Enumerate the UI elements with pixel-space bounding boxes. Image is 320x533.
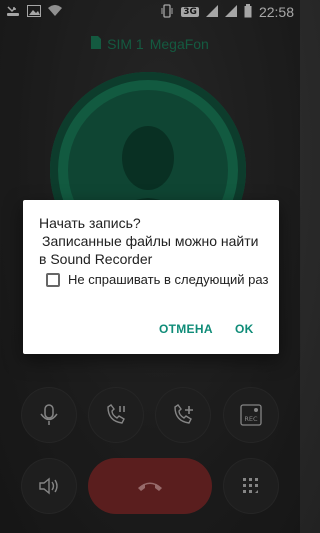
dialog-message-line2: в Sound Recorder — [39, 251, 153, 267]
dialog-text: Начать запись? Записанные файлы можно на… — [39, 214, 267, 268]
dialog-title: Начать запись? — [39, 215, 141, 231]
dont-ask-again-row[interactable]: Не спрашивать в следующий раз — [46, 272, 268, 287]
dont-ask-again-checkbox[interactable] — [46, 272, 60, 287]
cancel-button[interactable]: ОТМЕНА — [159, 322, 213, 336]
record-confirm-dialog: Начать запись? Записанные файлы можно на… — [23, 200, 279, 354]
dialog-message-line1: Записанные файлы можно найти — [42, 233, 259, 249]
ok-button[interactable]: OK — [235, 322, 254, 336]
dont-ask-again-label: Не спрашивать в следующий раз — [68, 272, 269, 287]
